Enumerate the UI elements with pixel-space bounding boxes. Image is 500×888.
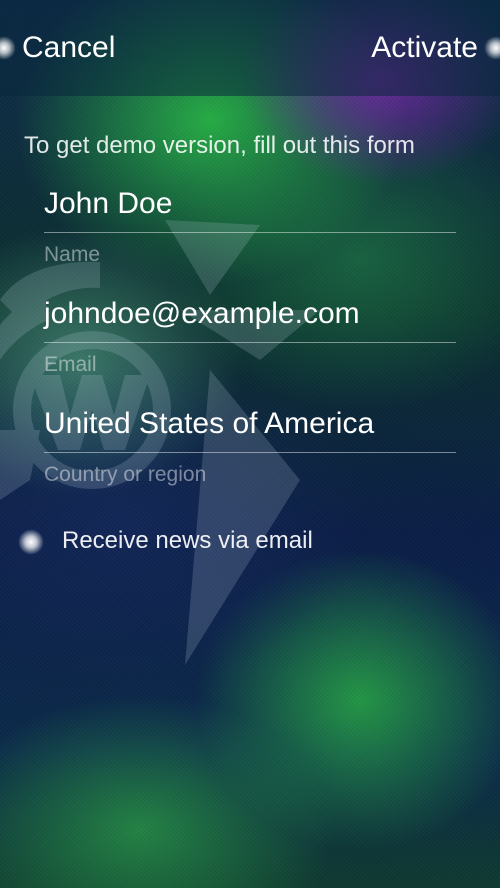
switch-indicator-icon[interactable] [18, 529, 44, 555]
country-field[interactable]: United States of America Country or regi… [44, 404, 456, 489]
name-input[interactable]: John Doe [44, 184, 456, 233]
cancel-glow-indicator [0, 36, 16, 60]
country-input[interactable]: United States of America [44, 404, 456, 453]
email-label: Email [44, 353, 97, 376]
receive-news-switch[interactable]: Receive news via email [0, 520, 500, 564]
activate-button[interactable]: Activate [371, 28, 478, 68]
form-title: To get demo version, fill out this form [24, 132, 415, 159]
country-label: Country or region [44, 463, 207, 486]
name-label: Name [44, 243, 101, 266]
top-bar: Cancel Activate [0, 0, 500, 96]
email-input[interactable]: johndoe@example.com [44, 294, 456, 343]
receive-news-label: Receive news via email [62, 527, 313, 554]
email-field[interactable]: johndoe@example.com Email [44, 294, 456, 379]
name-field[interactable]: John Doe Name [44, 184, 456, 269]
cancel-button[interactable]: Cancel [22, 28, 115, 68]
activate-glow-indicator [484, 36, 500, 60]
